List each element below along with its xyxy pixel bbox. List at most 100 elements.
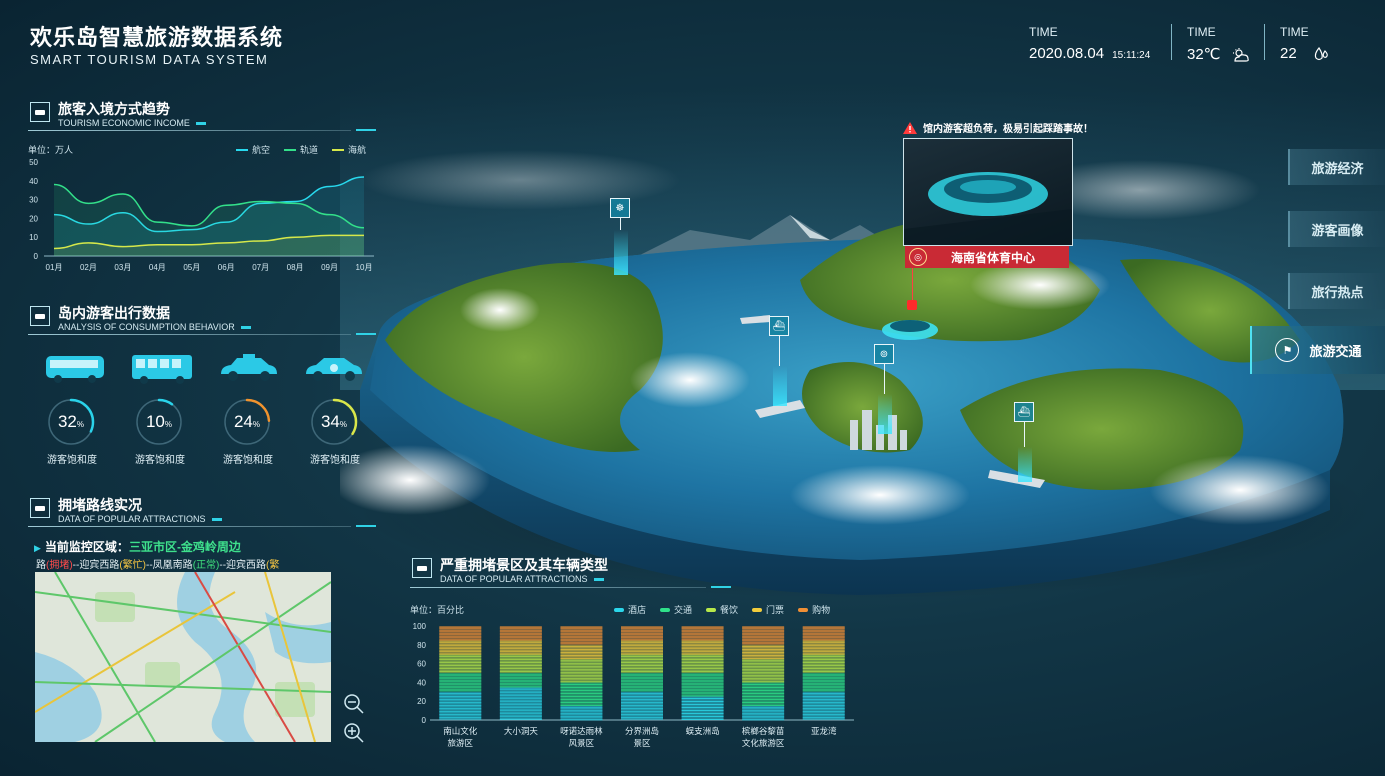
venue-name: 海南省体育中心 bbox=[951, 250, 1036, 265]
x-tick-label: 03月 bbox=[114, 263, 131, 272]
weather-sun-cloud-icon bbox=[1232, 48, 1249, 62]
category-label: 风景区 bbox=[569, 738, 595, 748]
traffic-map[interactable] bbox=[35, 572, 331, 742]
bar-segment bbox=[681, 654, 724, 673]
venue-label[interactable]: ◎ 海南省体育中心 bbox=[905, 246, 1069, 268]
region-value: 三亚市区-金鸡岭周边 bbox=[128, 540, 241, 554]
monitor-region: ▶ 当前监控区域：三亚市区-金鸡岭周边 bbox=[34, 538, 241, 555]
line-chart-legend: 航空 轨道 海航 bbox=[222, 143, 366, 156]
category-label: 文化旅游区 bbox=[742, 738, 785, 748]
taxi-icon bbox=[221, 354, 277, 381]
pin-beam bbox=[773, 366, 787, 406]
y-tick-label: 30 bbox=[29, 196, 38, 205]
panel-title: 岛内游客出行数据 bbox=[58, 305, 170, 321]
panel-attractions-header: 严重拥堵景区及其车辆类型 DATA OF POPULAR ATTRACTIONS bbox=[412, 558, 608, 584]
x-tick-label: 10月 bbox=[356, 263, 373, 272]
warning-icon bbox=[903, 121, 917, 134]
nav-tourism-transport[interactable]: ⚑ 旅游交通 bbox=[1250, 326, 1385, 374]
legend-label: 交通 bbox=[674, 605, 693, 615]
panel-icon bbox=[412, 558, 432, 578]
x-tick-label: 07月 bbox=[252, 263, 269, 272]
nav-travel-hotspots[interactable]: 旅行热点 bbox=[1288, 273, 1385, 309]
road-name: --凤凰南路 bbox=[146, 560, 193, 571]
legend-label: 餐饮 bbox=[720, 605, 739, 615]
panel-icon bbox=[30, 306, 50, 326]
ring-unit: % bbox=[164, 420, 173, 429]
road-status: (正常) bbox=[192, 560, 220, 571]
ring-label: 游客饱和度 bbox=[47, 455, 97, 466]
stadium-image bbox=[904, 172, 1072, 245]
road-name: --迎宾西路 bbox=[219, 560, 267, 571]
category-label: 大小洞天 bbox=[504, 726, 539, 736]
panel-subtitle: TOURISM ECONOMIC INCOME bbox=[58, 118, 190, 128]
header-date-block: TIME 2020.08.04 15:11:24 bbox=[1029, 25, 1150, 62]
chart-unit: 单位：百分比 bbox=[410, 605, 465, 615]
bar-segment bbox=[499, 654, 542, 673]
panel-divider bbox=[410, 587, 706, 588]
y-tick-label: 50 bbox=[29, 158, 38, 167]
pin-stem bbox=[884, 364, 885, 394]
saturation-ring: 10% bbox=[135, 398, 183, 446]
panel-divider bbox=[28, 334, 351, 335]
panel-divider bbox=[28, 526, 351, 527]
header-temperature: 32℃ bbox=[1187, 46, 1221, 63]
traffic-map-image bbox=[35, 572, 331, 742]
ring-label: 游客饱和度 bbox=[310, 455, 360, 466]
nav-visitor-profile[interactable]: 游客画像 bbox=[1288, 211, 1385, 247]
header-humidity-block: TIME 22 bbox=[1280, 25, 1331, 62]
road-status: (拥堵) bbox=[46, 560, 73, 571]
x-tick-label: 05月 bbox=[183, 263, 200, 272]
alert-banner: 馆内游客超负荷，极易引起踩踏事故！ bbox=[903, 120, 1093, 135]
header-label: TIME bbox=[1280, 25, 1309, 39]
road-status-ticker: 路(拥堵)--迎宾西路(繁忙)--凤凰南路(正常)--迎宾西路(繁 bbox=[36, 556, 332, 571]
panel-subtitle: DATA OF POPULAR ATTRACTIONS bbox=[440, 574, 588, 584]
legend-label: 轨道 bbox=[300, 145, 319, 155]
y-tick-label: 60 bbox=[417, 660, 426, 669]
header-humidity: 22 bbox=[1280, 45, 1297, 62]
y-tick-label: 100 bbox=[413, 622, 427, 631]
bar-segment bbox=[802, 654, 845, 673]
x-tick-label: 08月 bbox=[287, 263, 304, 272]
header-label: TIME bbox=[1187, 25, 1216, 39]
saturation-ring: 32% bbox=[47, 398, 95, 446]
page-subtitle: SMART TOURISM DATA SYSTEM bbox=[30, 52, 269, 67]
ship-icon[interactable]: ⛴ bbox=[1014, 402, 1034, 422]
nav-tourism-economy[interactable]: 旅游经济 bbox=[1288, 149, 1385, 185]
ring-unit: % bbox=[252, 420, 261, 429]
y-tick-label: 80 bbox=[417, 641, 426, 650]
zoom-in-button[interactable] bbox=[343, 722, 365, 749]
tower-icon[interactable]: ⊚ bbox=[874, 344, 894, 364]
panel-divider-accent bbox=[711, 586, 731, 588]
header-divider bbox=[1264, 24, 1265, 60]
category-label: 槟榔谷黎苗 bbox=[742, 726, 785, 736]
road-status: (繁忙) bbox=[119, 560, 147, 571]
panel-title: 严重拥堵景区及其车辆类型 bbox=[440, 557, 608, 573]
attractions-stacked-bar-chart: 100 80 60 40 20 0 南山文化旅游区 大小洞天 呀诺达雨林风景区 分界洲岛景区 蜈支洲… bbox=[413, 622, 854, 748]
x-tick-label: 06月 bbox=[218, 263, 235, 272]
ring-unit: % bbox=[76, 420, 85, 429]
chart-unit: 单位：万人 bbox=[28, 145, 74, 155]
panel-subtitle: DATA OF POPULAR ATTRACTIONS bbox=[58, 514, 206, 524]
bar-segment bbox=[802, 673, 845, 692]
coach-bus-icon bbox=[46, 356, 104, 383]
panel-subtitle: ANALYSIS OF CONSUMPTION BEHAVIOR bbox=[58, 322, 235, 332]
panel-divider-accent bbox=[356, 129, 376, 131]
road-status: (繁 bbox=[266, 560, 280, 571]
ship-icon[interactable]: ⛴ bbox=[769, 316, 789, 336]
venue-camera-view[interactable] bbox=[903, 138, 1073, 246]
panel-divider-accent bbox=[356, 333, 376, 335]
bar-segment bbox=[621, 673, 663, 692]
legend-label: 航空 bbox=[252, 145, 271, 155]
zoom-out-icon bbox=[344, 694, 364, 714]
island-map bbox=[340, 90, 1385, 595]
alert-text: 馆内游客超负荷，极易引起踩踏事故！ bbox=[923, 124, 1093, 135]
pin-stem bbox=[779, 336, 780, 366]
ferris-wheel-icon[interactable]: ☸ bbox=[610, 198, 630, 218]
header-label: TIME bbox=[1029, 25, 1058, 39]
ring-value: 10 bbox=[145, 412, 165, 431]
region-label: 当前监控区域： bbox=[44, 540, 129, 554]
y-tick-label: 0 bbox=[34, 252, 39, 261]
header-date: 2020.08.04 bbox=[1029, 45, 1105, 62]
y-tick-label: 40 bbox=[417, 678, 426, 687]
zoom-out-button[interactable] bbox=[343, 693, 365, 720]
